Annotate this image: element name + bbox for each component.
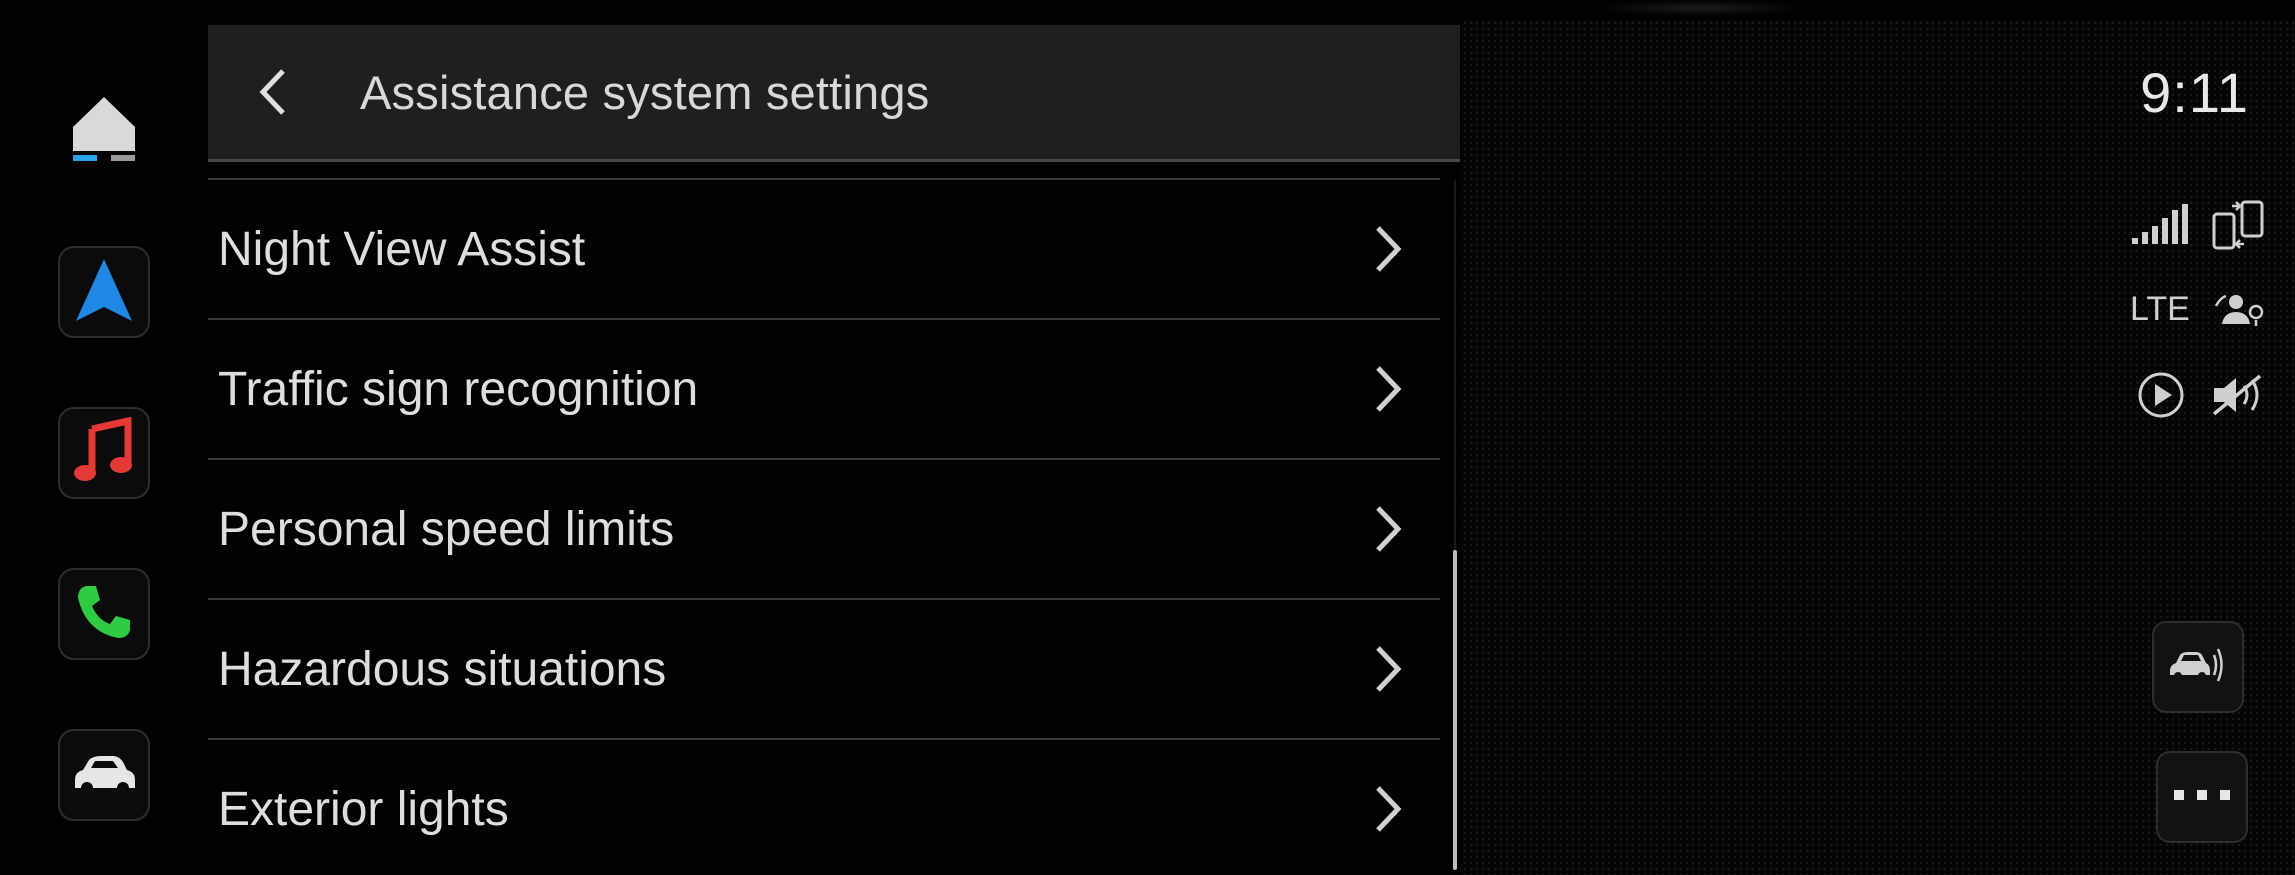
list-item-exterior-lights[interactable]: Exterior lights — [208, 738, 1440, 875]
scrollbar-thumb[interactable] — [1453, 550, 1457, 870]
list-item-label: Hazardous situations — [218, 642, 667, 696]
list-item-night-view-assist[interactable]: Night View Assist — [208, 178, 1440, 318]
list-item-label: Night View Assist — [218, 222, 586, 276]
chevron-right-icon — [1362, 224, 1412, 274]
more-options-button[interactable] — [2156, 751, 2248, 843]
list-item-personal-speed-limits[interactable]: Personal speed limits — [208, 458, 1440, 598]
list-item-label: Exterior lights — [218, 782, 509, 836]
car-button[interactable] — [58, 729, 150, 821]
home-button[interactable] — [58, 85, 150, 177]
top-glow — [1600, 0, 1800, 16]
back-button[interactable] — [238, 59, 308, 129]
music-button[interactable] — [58, 407, 150, 499]
home-icon — [69, 89, 139, 174]
chevron-right-icon — [1362, 364, 1412, 414]
more-dots-icon — [2172, 788, 2232, 807]
music-icon — [72, 416, 136, 490]
chevron-right-icon — [1362, 784, 1412, 834]
phone-icon — [72, 580, 136, 649]
list-item-traffic-sign-recognition[interactable]: Traffic sign recognition — [208, 318, 1440, 458]
list-item-hazardous-situations[interactable]: Hazardous situations — [208, 598, 1440, 738]
list-item-label: Traffic sign recognition — [218, 362, 699, 416]
settings-header: Assistance system settings — [208, 25, 1460, 162]
page-title: Assistance system settings — [360, 65, 930, 119]
chevron-right-icon — [1362, 504, 1412, 554]
app-dock — [0, 0, 205, 875]
location-sharing-icon — [2212, 290, 2268, 330]
chevron-left-icon — [255, 67, 291, 122]
list-item-label: Personal speed limits — [218, 502, 675, 556]
clock: 9:11 — [2140, 61, 2249, 124]
speaker-muted-icon — [2210, 372, 2266, 418]
phone-connection-icon — [2210, 198, 2266, 252]
infotainment-screen: Assistance system settings Night View As… — [0, 0, 2295, 875]
settings-list: Night View Assist Traffic sign recogniti… — [208, 162, 1440, 875]
navigation-icon — [72, 255, 136, 330]
parking-assist-button[interactable] — [2152, 621, 2244, 713]
car-icon — [69, 748, 139, 803]
phone-button[interactable] — [58, 568, 150, 660]
play-icon — [2136, 370, 2186, 420]
signal-strength-icon — [2130, 202, 2190, 246]
parking-sensor-icon — [2168, 643, 2228, 692]
chevron-right-icon — [1362, 644, 1412, 694]
right-panel-background — [1462, 20, 2295, 875]
network-type-label: LTE — [2130, 290, 2190, 328]
navigation-button[interactable] — [58, 246, 150, 338]
